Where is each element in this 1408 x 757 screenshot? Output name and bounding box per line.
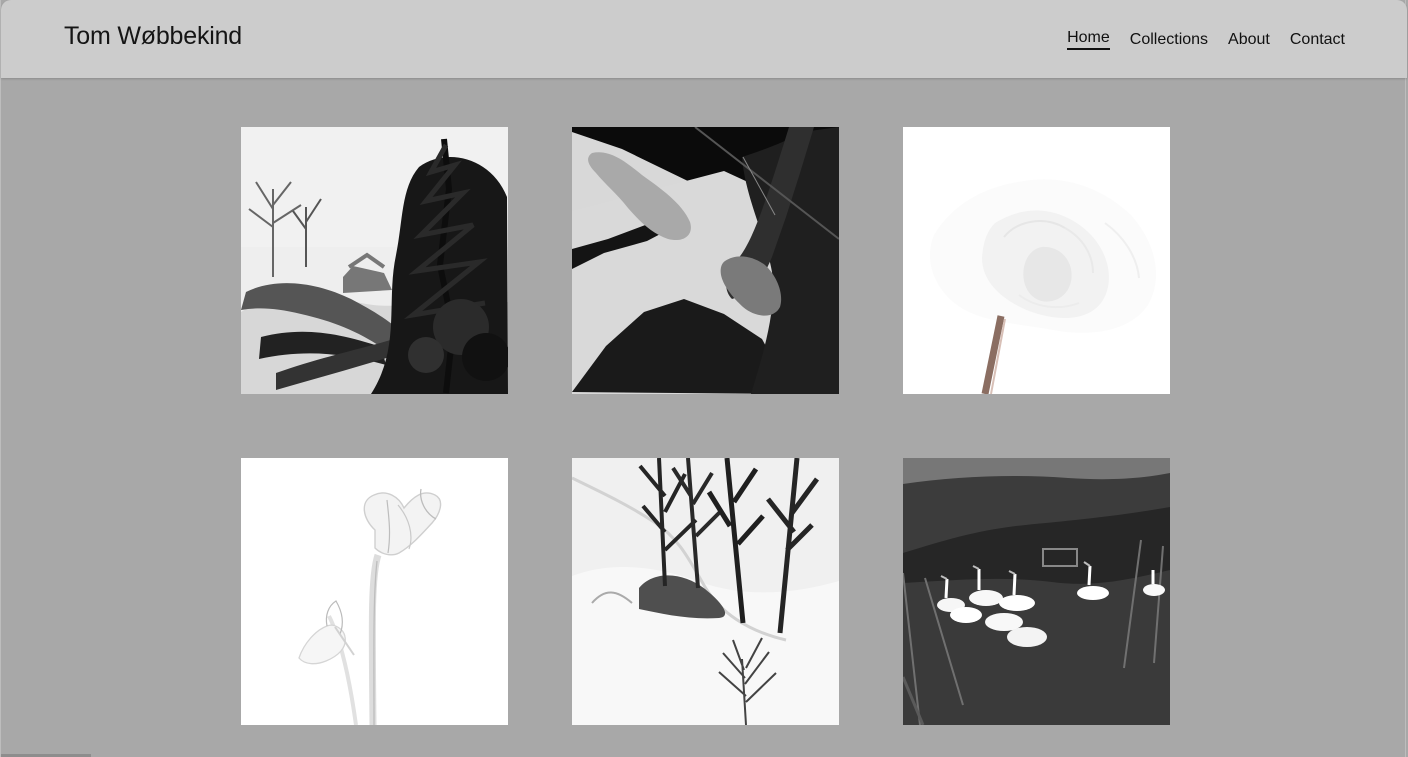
snowy-garden-photo: [241, 127, 508, 394]
main-navigation: Home Collections About Contact: [1067, 29, 1345, 50]
nav-contact-link[interactable]: Contact: [1290, 31, 1345, 49]
site-title[interactable]: Tom Wøbbekind: [64, 22, 242, 51]
photo-gallery: [241, 127, 1170, 725]
gallery-image-feet-shadow[interactable]: [572, 127, 839, 394]
site-header: Tom Wøbbekind Home Collections About Con…: [1, 0, 1407, 78]
nav-about-link[interactable]: About: [1228, 31, 1270, 49]
gallery-image-amaryllis[interactable]: [241, 458, 508, 725]
snowy-birches-photo: [572, 458, 839, 725]
white-flower-photo: [903, 127, 1170, 394]
gallery-image-snowy-birches[interactable]: [572, 458, 839, 725]
gallery-image-white-flower[interactable]: [903, 127, 1170, 394]
nav-collections-link[interactable]: Collections: [1130, 31, 1208, 49]
amaryllis-photo: [241, 458, 508, 725]
geese-photo: [903, 458, 1170, 725]
browser-frame: Tom Wøbbekind Home Collections About Con…: [0, 0, 1407, 757]
gallery-image-geese[interactable]: [903, 458, 1170, 725]
nav-home-link[interactable]: Home: [1067, 29, 1110, 50]
gallery-image-snowy-garden[interactable]: [241, 127, 508, 394]
feet-shadow-photo: [572, 127, 839, 394]
